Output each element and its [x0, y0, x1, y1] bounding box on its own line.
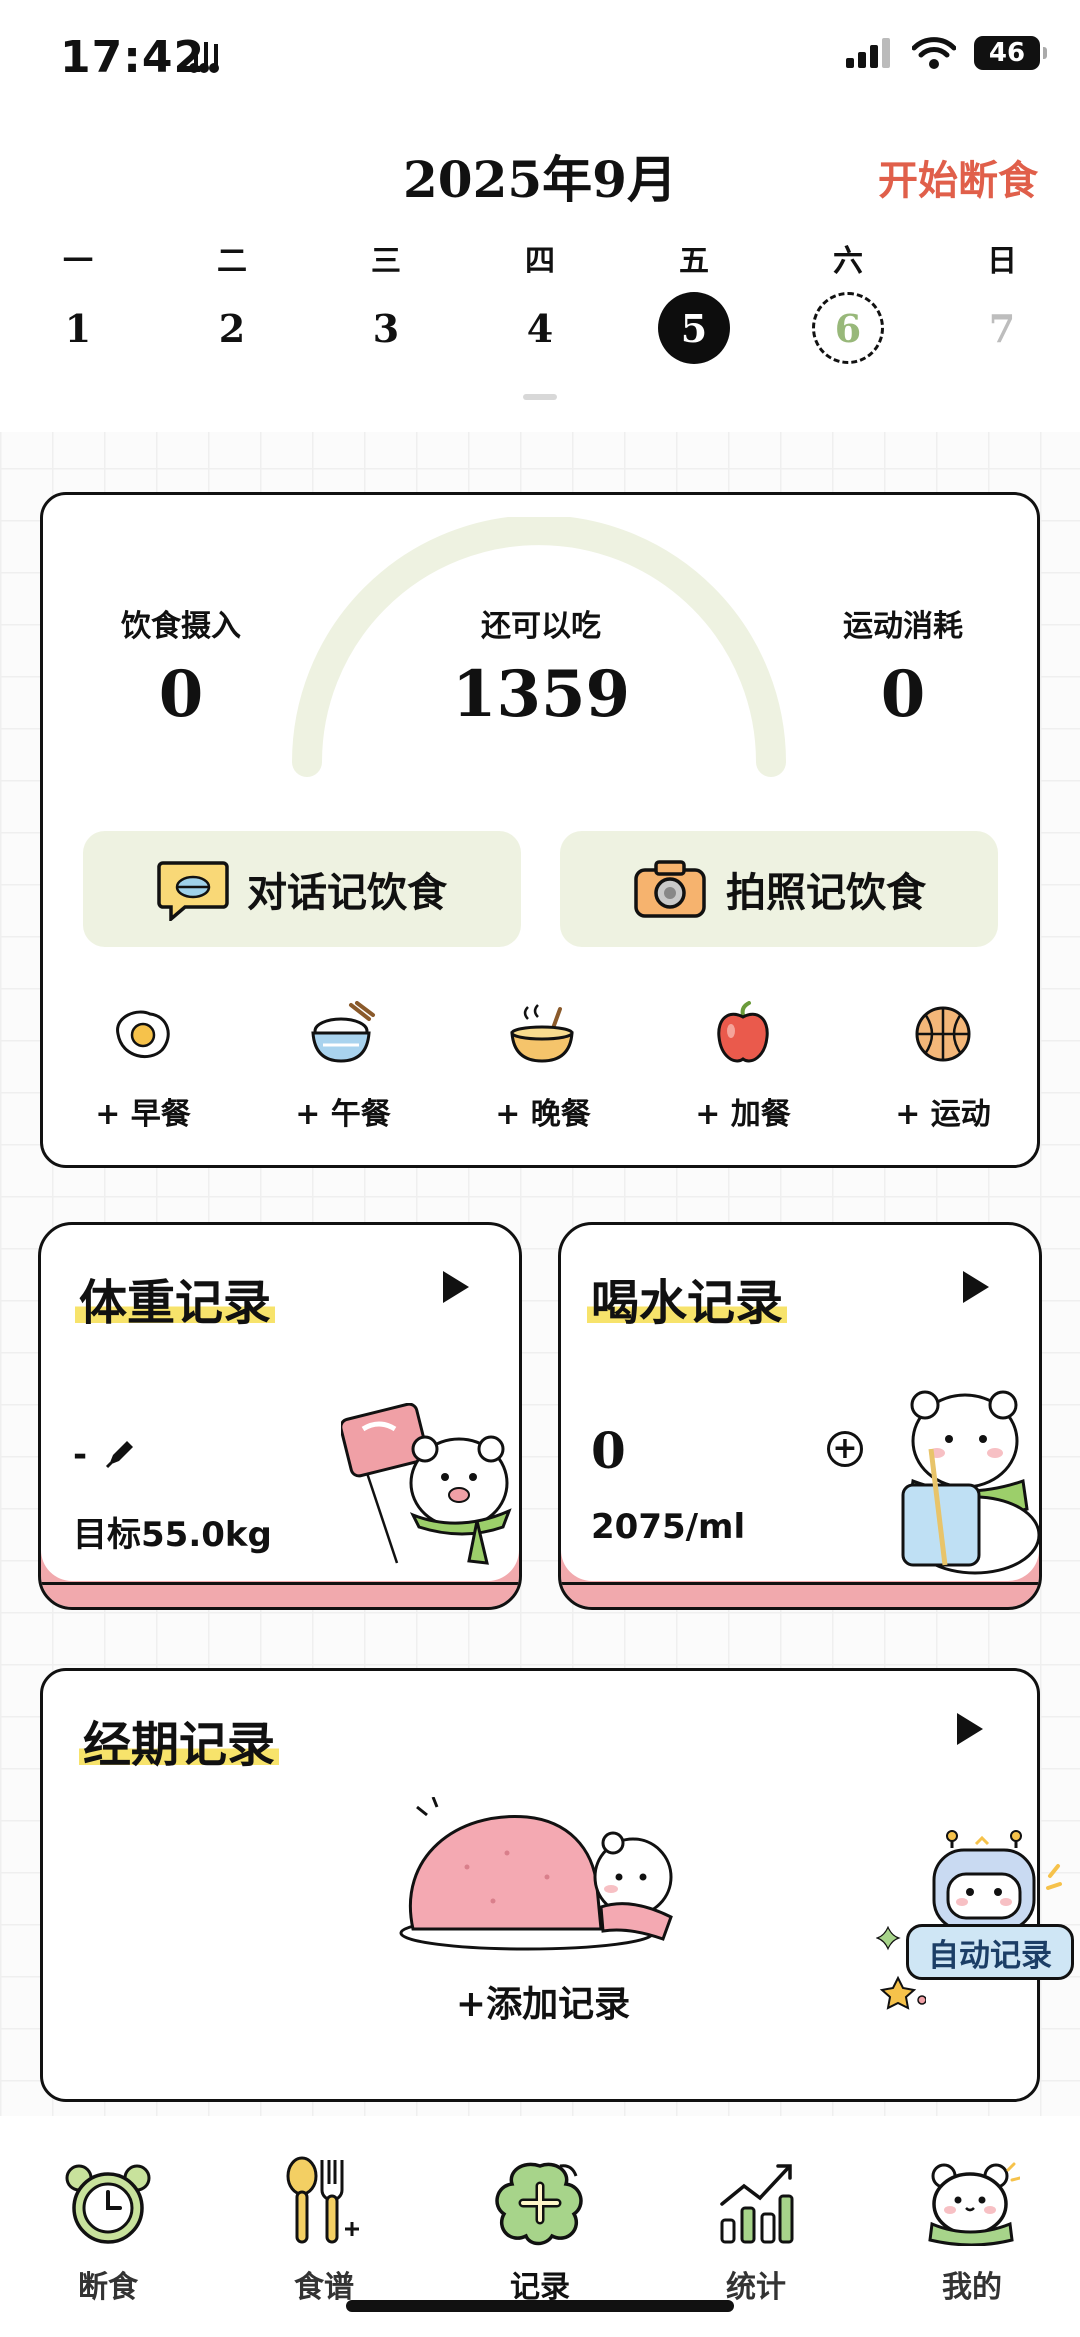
- intake-stat: 饮食摄入 0: [61, 601, 301, 732]
- weekday-label: 五: [679, 244, 709, 279]
- add-snack-label: + 加餐: [695, 1097, 791, 1132]
- remaining-label: 还可以吃: [481, 609, 601, 644]
- nav-recipes-tab[interactable]: 食谱: [234, 2146, 414, 2306]
- weight-open-arrow-icon[interactable]: [443, 1271, 469, 1303]
- spoon-fork-icon: [286, 2156, 359, 2244]
- add-dinner-label: + 晚餐: [495, 1097, 591, 1132]
- intake-value: 0: [158, 657, 204, 732]
- add-lunch-label: + 午餐: [295, 1097, 391, 1132]
- nav-record-tab[interactable]: 记录: [450, 2146, 630, 2306]
- weekday-label: 一: [63, 244, 93, 279]
- calendar-day[interactable]: 4: [504, 292, 576, 364]
- water-record-card[interactable]: 喝水记录 0 + 2075/ml: [558, 1222, 1042, 1610]
- bar-chart-icon: [720, 2164, 794, 2244]
- nav-profile-label: 我的: [942, 2270, 1002, 2305]
- add-lunch-button[interactable]: + 午餐: [263, 999, 423, 1133]
- edit-weight-icon[interactable]: [103, 1437, 137, 1471]
- add-water-button[interactable]: +: [827, 1431, 863, 1467]
- add-snack-button[interactable]: + 加餐: [663, 999, 823, 1133]
- camera-icon: [634, 860, 706, 918]
- plus-flower-icon: [495, 2162, 583, 2246]
- add-breakfast-button[interactable]: + 早餐: [63, 999, 223, 1133]
- bear-drinking-water-illustration: [901, 1390, 1039, 1575]
- meal-shortcuts: + 早餐 + 午餐 + 晚餐 + 加餐 + 运动: [43, 999, 1043, 1139]
- burned-label: 运动消耗: [843, 609, 963, 644]
- bear-with-scale-illustration: [341, 1403, 512, 1565]
- photo-log-food-label: 拍照记饮食: [726, 870, 926, 916]
- add-breakfast-label: + 早餐: [95, 1097, 191, 1132]
- battery-indicator: 46: [974, 36, 1047, 70]
- rice-bowl-icon: [311, 1001, 375, 1063]
- nav-statistics-tab[interactable]: 统计: [666, 2146, 846, 2306]
- status-icons: 46: [846, 36, 1047, 70]
- chat-log-food-label: 对话记饮食: [247, 870, 447, 916]
- signal-icon: [846, 38, 890, 68]
- weight-record-card[interactable]: 体重记录 - 目标55.0kg: [38, 1222, 522, 1610]
- sparkle-star-icon: [876, 1926, 926, 2010]
- water-goal: 2075/ml: [591, 1507, 746, 1547]
- calendar-day[interactable]: 2: [196, 292, 268, 364]
- auto-record-label: 自动记录: [906, 1924, 1074, 1980]
- water-amount: 0: [591, 1421, 626, 1480]
- top-area: 17:42 46 2025年9月 开始断食 一 二 三 四 五 六 日 1 2 …: [0, 0, 1080, 432]
- calorie-summary-card: 饮食摄入 0 还可以吃 1359 运动消耗 0 对话记饮食 拍照记饮食 + 早餐…: [40, 492, 1040, 1168]
- bear-avatar-icon: [928, 2162, 1020, 2246]
- home-indicator: [346, 2300, 734, 2312]
- nav-profile-tab[interactable]: 我的: [882, 2146, 1062, 2306]
- weight-target: 目标55.0kg: [73, 1515, 272, 1555]
- apple-icon: [717, 1001, 769, 1063]
- period-record-title: 经期记录: [79, 1705, 280, 1775]
- intake-label: 饮食摄入: [121, 609, 241, 644]
- music-notes-icon: [188, 38, 232, 85]
- period-open-arrow-icon[interactable]: [957, 1713, 983, 1745]
- calendar-day[interactable]: 3: [350, 292, 422, 364]
- weekday-label: 二: [217, 244, 247, 279]
- add-exercise-label: + 运动: [895, 1097, 991, 1132]
- chat-log-food-button[interactable]: 对话记饮食: [83, 831, 521, 947]
- wifi-icon: [912, 37, 956, 69]
- water-open-arrow-icon[interactable]: [963, 1271, 989, 1303]
- bear-in-blanket-illustration: [399, 1797, 673, 1951]
- weekday-label: 四: [525, 244, 555, 279]
- basketball-icon: [915, 1006, 971, 1062]
- calendar-day-future[interactable]: 7: [966, 292, 1038, 364]
- remaining-value: 1359: [451, 657, 631, 732]
- calendar-expand-handle[interactable]: [523, 394, 557, 400]
- calendar-day[interactable]: 1: [42, 292, 114, 364]
- add-exercise-button[interactable]: + 运动: [863, 999, 1023, 1133]
- weight-value: -: [73, 1435, 88, 1475]
- nav-fasting-tab[interactable]: 断食: [18, 2146, 198, 2306]
- photo-log-food-button[interactable]: 拍照记饮食: [560, 831, 998, 947]
- burned-stat: 运动消耗 0: [783, 601, 1023, 732]
- nav-fasting-label: 断食: [78, 2270, 138, 2305]
- auto-record-button[interactable]: 自动记录: [876, 1830, 1080, 2010]
- weekday-label: 六: [833, 244, 863, 279]
- calendar-day-selected[interactable]: 5: [658, 292, 730, 364]
- burned-value: 0: [880, 657, 926, 732]
- add-dinner-button[interactable]: + 晚餐: [463, 999, 623, 1133]
- alarm-clock-bear-icon: [65, 2164, 151, 2244]
- chat-bubble-icon: [157, 861, 229, 921]
- weekday-label: 日: [987, 244, 1017, 279]
- fried-egg-icon: [116, 1010, 170, 1059]
- weekday-label: 三: [371, 244, 401, 279]
- water-record-title: 喝水记录: [587, 1263, 788, 1333]
- start-fasting-button[interactable]: 开始断食: [878, 148, 1038, 206]
- calendar-day-today[interactable]: 6: [812, 292, 884, 364]
- status-time: 17:42: [60, 32, 206, 83]
- weight-record-title: 体重记录: [75, 1263, 276, 1333]
- status-bar: 17:42 46: [0, 0, 1080, 120]
- soup-bowl-icon: [510, 1004, 574, 1063]
- remaining-stat: 还可以吃 1359: [421, 601, 661, 732]
